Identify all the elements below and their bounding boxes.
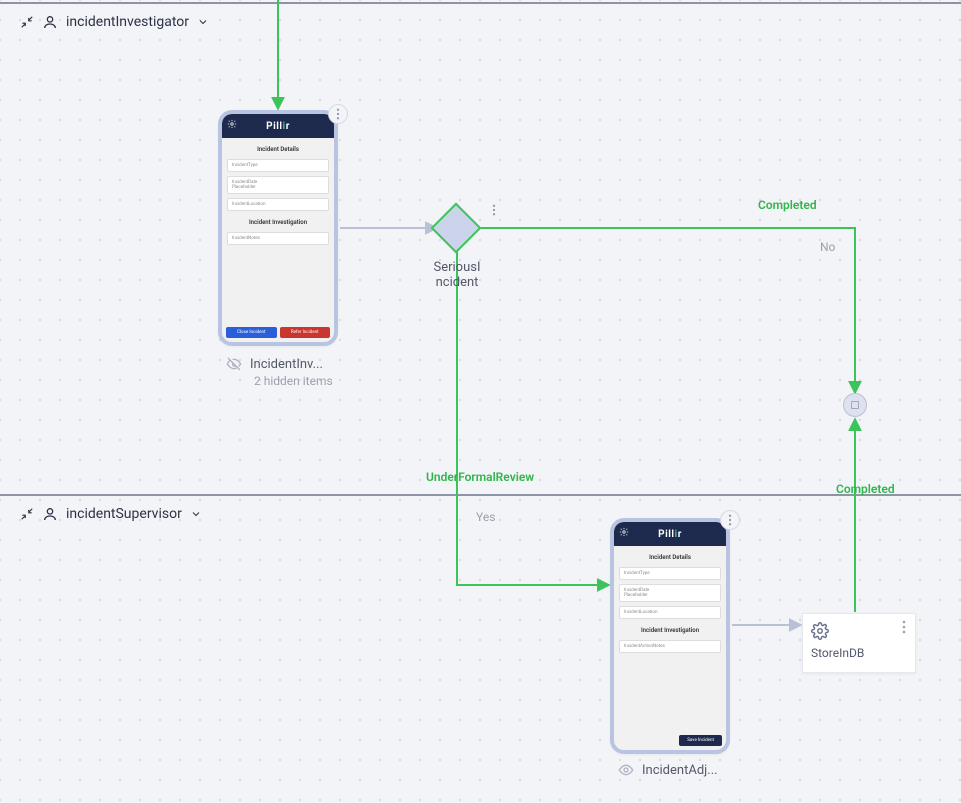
lane-border-top (0, 2, 961, 4)
lane-divider (0, 494, 961, 496)
node-more-menu[interactable] (484, 200, 504, 220)
form-field: IncidentActionNotes (619, 640, 721, 653)
edges-layer (0, 0, 961, 803)
form-field: IncidentDate Placeholder (227, 176, 329, 194)
close-incident-button: Close Incident (226, 327, 277, 338)
workflow-canvas[interactable]: incidentInvestigator incidentSupervisor (0, 0, 961, 803)
phone-header: Pillir (614, 522, 726, 546)
edge-label-completed: Completed (758, 198, 817, 212)
phone-header: Pillir (222, 114, 334, 138)
brand-logo: Pillir (658, 529, 682, 540)
gear-icon (227, 119, 237, 129)
edge-label-no: No (820, 240, 835, 254)
phone-footer: Close Incident Refer Incident (226, 327, 330, 338)
eye-off-icon (226, 356, 242, 372)
form-node-incidentinv[interactable]: Pillir Incident Details IncidentType Inc… (218, 110, 338, 346)
node-label: IncidentAdj... (642, 763, 718, 778)
form-field: IncidentType (227, 159, 329, 172)
save-incident-button: Save Incident (679, 735, 722, 746)
form-field: IncidentDate Placeholder (619, 584, 721, 602)
refer-incident-button: Refer Incident (280, 327, 331, 338)
user-icon (42, 14, 58, 30)
form-title: Incident Details (227, 146, 329, 153)
node-more-menu[interactable] (899, 620, 909, 634)
form-field: IncidentLocation (227, 198, 329, 211)
form-field: IncidentLocation (619, 606, 721, 619)
node-label: IncidentInv... (250, 357, 323, 372)
node-more-menu[interactable] (720, 510, 740, 530)
gear-icon (811, 622, 907, 640)
edge-label-yes: Yes (476, 510, 495, 524)
form-section: Incident Investigation (619, 627, 721, 634)
node-caption-row: IncidentAdj... (618, 762, 718, 778)
gear-icon (619, 527, 629, 537)
user-icon (42, 506, 58, 522)
stop-icon (851, 401, 859, 409)
node-more-menu[interactable] (328, 104, 348, 124)
node-caption-row: IncidentInv... (226, 356, 323, 372)
gateway-node[interactable] (431, 203, 482, 254)
edge-label-underformal: UnderFormalReview (426, 470, 534, 484)
form-node-incidentadj[interactable]: Pillir Incident Details IncidentType Inc… (610, 518, 730, 754)
end-event-node[interactable] (843, 393, 867, 417)
chevron-down-icon[interactable] (197, 16, 209, 28)
form-field: IncidentType (619, 567, 721, 580)
lane-header-supervisor[interactable]: incidentSupervisor (20, 506, 202, 522)
gateway-label: SeriousI ncident (422, 260, 492, 290)
collapse-icon[interactable] (20, 507, 34, 521)
lane-header-investigator[interactable]: incidentInvestigator (20, 14, 209, 30)
form-section: Incident Investigation (227, 219, 329, 226)
collapse-icon[interactable] (20, 15, 34, 29)
form-title: Incident Details (619, 554, 721, 561)
phone-body: Incident Details IncidentType IncidentDa… (614, 546, 726, 661)
eye-icon (618, 762, 634, 778)
service-label: StoreInDB (811, 646, 907, 660)
service-node-storeindb[interactable]: StoreInDB (802, 613, 916, 673)
form-field: IncidentNotes (227, 232, 329, 245)
phone-body: Incident Details IncidentType IncidentDa… (222, 138, 334, 253)
brand-logo: Pillir (266, 121, 290, 132)
phone-footer: Save Incident (618, 735, 722, 746)
node-sublabel: 2 hidden items (254, 374, 333, 388)
chevron-down-icon[interactable] (190, 508, 202, 520)
lane-title: incidentInvestigator (66, 14, 189, 30)
edge-label-completed2: Completed (836, 482, 895, 496)
lane-title: incidentSupervisor (66, 506, 182, 522)
